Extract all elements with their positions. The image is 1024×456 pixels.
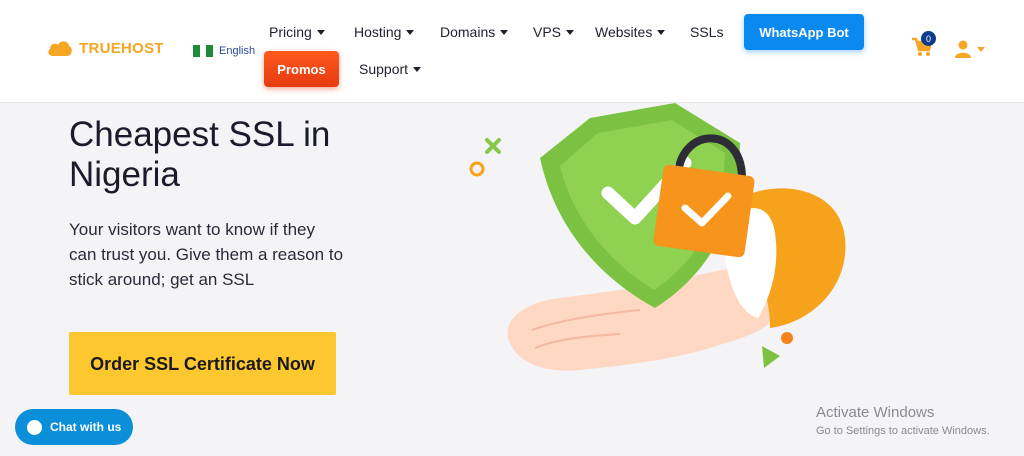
nav-pricing-label: Pricing [269,24,312,40]
site-header: TRUEHOST English Pricing Hosting Domains… [0,0,1024,103]
truehost-logo[interactable]: TRUEHOST [47,39,164,57]
nav-domains[interactable]: Domains [440,24,509,40]
chevron-down-icon [500,29,509,35]
orange-dot-icon [469,161,485,177]
nigeria-flag-icon [193,45,214,57]
cart-button[interactable]: 0 [911,31,936,62]
cloud-icon [48,41,72,56]
chat-label: Chat with us [50,420,122,434]
chat-bubble-icon [27,419,42,435]
x-mark-icon [485,138,501,154]
user-icon [955,40,971,58]
padlock-icon [653,164,755,258]
cart-count-badge: 0 [921,31,936,46]
nav-websites-label: Websites [595,24,653,40]
chevron-down-icon [566,29,575,35]
nav-websites[interactable]: Websites [595,24,666,40]
green-cone-icon [762,346,780,368]
language-label: English [219,45,256,57]
nav-pricing[interactable]: Pricing [269,24,325,40]
chat-with-us-button[interactable]: Chat with us [15,409,133,445]
account-menu[interactable] [955,40,985,58]
hero-title: Cheapest SSL in Nigeria [69,115,331,194]
chevron-down-icon [977,46,985,52]
nav-support-label: Support [359,61,409,77]
hero-subtitle: Your visitors want to know if they can t… [69,220,344,289]
windows-activation-watermark: Activate Windows Go to Settings to activ… [816,404,990,437]
nav-ssls-label: SSLs [690,24,724,40]
nav-support[interactable]: Support [359,61,422,77]
chevron-down-icon [406,29,415,35]
whatsapp-bot-button[interactable]: WhatsApp Bot [744,14,864,50]
language-selector[interactable]: English [193,45,255,57]
watermark-title: Activate Windows [816,404,935,421]
chevron-down-icon [316,29,325,35]
nav-vps[interactable]: VPS [533,24,575,40]
watermark-subtitle: Go to Settings to activate Windows. [816,425,990,437]
brand-name: TRUEHOST [79,39,164,57]
orange-dot-icon [781,332,793,344]
nav-hosting-label: Hosting [354,24,402,40]
chevron-down-icon [657,29,666,35]
chevron-down-icon [413,66,422,72]
promos-button[interactable]: Promos [264,51,339,87]
nav-ssls[interactable]: SSLs [690,24,723,40]
ssl-illustration [440,98,860,393]
nav-vps-label: VPS [533,24,562,40]
nav-hosting[interactable]: Hosting [354,24,415,40]
nav-domains-label: Domains [440,24,496,40]
order-ssl-button[interactable]: Order SSL Certificate Now [69,332,336,395]
